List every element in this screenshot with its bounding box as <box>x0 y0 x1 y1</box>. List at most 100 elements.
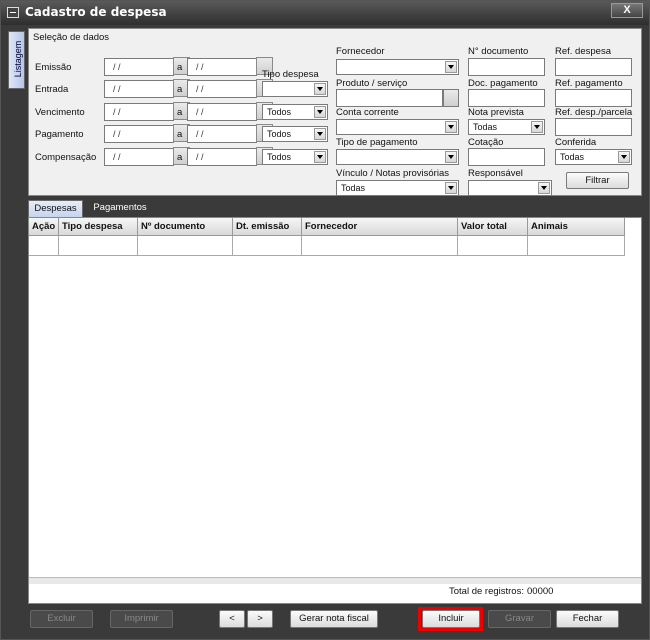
chevron-down-icon <box>314 106 326 118</box>
total-label: Total de registros: <box>449 586 524 597</box>
label-ref-despesa: Ref. despesa <box>555 46 611 57</box>
pagamento-from-field[interactable]: / / <box>104 125 174 143</box>
gerar-nota-fiscal-button[interactable]: Gerar nota fiscal <box>290 610 378 628</box>
chevron-down-icon <box>314 83 326 95</box>
nota-prevista-select[interactable]: Todas <box>468 119 545 135</box>
label-responsavel: Responsável <box>468 168 523 179</box>
vencimento-status-select[interactable]: Todos <box>262 104 328 120</box>
doc-pagamento-field[interactable] <box>468 89 545 107</box>
range-sep: a <box>177 152 183 163</box>
filter-panel: Seleção de dados Emissão / / a / / Entra… <box>28 28 642 196</box>
vencimento-from-field[interactable]: / / <box>104 103 174 121</box>
side-tab-label: Listagem <box>13 40 23 78</box>
gravar-button[interactable]: Gravar <box>488 610 551 628</box>
n-documento-field[interactable] <box>468 58 545 76</box>
emissao-from-field[interactable]: / / <box>104 58 174 76</box>
range-sep: a <box>177 62 183 73</box>
tab-despesas[interactable]: Despesas <box>28 200 83 217</box>
label-conta-corrente: Conta corrente <box>336 107 399 118</box>
main-window: Cadastro de despesa X Listagem Seleção d… <box>0 0 650 640</box>
table-cell[interactable] <box>29 236 59 256</box>
fornecedor-select[interactable] <box>336 59 459 75</box>
compensacao-to-field[interactable]: / / <box>187 148 257 166</box>
tipo-despesa-select[interactable] <box>262 81 328 97</box>
label-tipo-despesa: Tipo despesa <box>262 69 319 80</box>
conferida-select[interactable]: Todas <box>555 149 632 165</box>
chevron-down-icon <box>445 121 457 133</box>
label-ref-desp-parcela: Ref. desp./parcela <box>555 107 633 118</box>
entrada-from-field[interactable]: / / <box>104 80 174 98</box>
label-vencimento: Vencimento <box>35 107 85 118</box>
emissao-to-field[interactable]: / / <box>187 58 257 76</box>
col-valor-total[interactable]: Valor total <box>458 218 528 236</box>
vencimento-to-field[interactable]: / / <box>187 103 257 121</box>
table-cell[interactable] <box>528 236 625 256</box>
label-emissao: Emissão <box>35 62 72 73</box>
label-n-documento: N° documento <box>468 46 529 57</box>
section-title: Seleção de dados <box>33 32 110 43</box>
label-ref-pagamento: Ref. pagamento <box>555 78 623 89</box>
chevron-down-icon <box>314 128 326 140</box>
cotacao-field[interactable] <box>468 148 545 166</box>
produto-servico-field[interactable] <box>336 89 443 107</box>
filtrar-button[interactable]: Filtrar <box>566 172 629 189</box>
previous-button[interactable]: < <box>219 610 245 628</box>
vinculo-select[interactable]: Todas <box>336 180 459 196</box>
chevron-down-icon <box>538 182 550 194</box>
excluir-button[interactable]: Excluir <box>30 610 93 628</box>
pagamento-status-select[interactable]: Todos <box>262 126 328 142</box>
side-tab-listagem[interactable]: Listagem <box>8 31 25 89</box>
produto-servico-lookup-button[interactable] <box>443 89 459 107</box>
table-cell[interactable] <box>458 236 528 256</box>
label-produto-servico: Produto / serviço <box>336 78 408 89</box>
chevron-down-icon <box>445 182 457 194</box>
chevron-down-icon <box>314 151 326 163</box>
col-acao[interactable]: Ação <box>29 218 59 236</box>
range-sep: a <box>177 107 183 118</box>
next-button[interactable]: > <box>247 610 273 628</box>
tab-pagamentos[interactable]: Pagamentos <box>87 200 153 217</box>
label-doc-pagamento: Doc. pagamento <box>468 78 538 89</box>
label-cotacao: Cotação <box>468 137 504 148</box>
entrada-to-field[interactable]: / / <box>187 80 257 98</box>
table-cell[interactable] <box>302 236 458 256</box>
ref-pagamento-field[interactable] <box>555 89 632 107</box>
chevron-down-icon <box>531 121 543 133</box>
results-table: Ação Tipo despesa Nº documento Dt. emiss… <box>29 218 625 256</box>
table-cell[interactable] <box>233 236 302 256</box>
fechar-button[interactable]: Fechar <box>556 610 619 628</box>
label-entrada: Entrada <box>35 84 69 95</box>
range-sep: a <box>177 84 183 95</box>
total-value: 00000 <box>527 586 554 597</box>
footer-bar: Excluir Imprimir < > Gerar nota fiscal I… <box>8 606 642 632</box>
label-compensacao: Compensação <box>35 152 97 163</box>
label-nota-prevista: Nota prevista <box>468 107 524 118</box>
col-n-documento[interactable]: Nº documento <box>138 218 233 236</box>
range-sep: a <box>177 129 183 140</box>
compensacao-status-select[interactable]: Todos <box>262 149 328 165</box>
label-pagamento: Pagamento <box>35 129 84 140</box>
label-vinculo: Vínculo / Notas provisórias <box>336 168 449 179</box>
ref-despesa-field[interactable] <box>555 58 632 76</box>
conta-corrente-select[interactable] <box>336 119 459 135</box>
compensacao-from-field[interactable]: / / <box>104 148 174 166</box>
chevron-down-icon <box>618 151 630 163</box>
chevron-down-icon <box>445 151 457 163</box>
window-menu-icon[interactable] <box>7 7 19 18</box>
tipo-pagamento-select[interactable] <box>336 149 459 165</box>
tab-bar: Despesas Pagamentos <box>28 200 642 218</box>
imprimir-button[interactable]: Imprimir <box>110 610 173 628</box>
table-cell[interactable] <box>138 236 233 256</box>
close-button[interactable]: X <box>611 3 643 18</box>
ref-desp-parcela-field[interactable] <box>555 118 632 136</box>
responsavel-select[interactable] <box>468 180 552 196</box>
results-panel: Ação Tipo despesa Nº documento Dt. emiss… <box>28 217 642 604</box>
col-tipo-despesa[interactable]: Tipo despesa <box>59 218 138 236</box>
horizontal-scrollbar[interactable] <box>29 577 641 584</box>
col-fornecedor[interactable]: Fornecedor <box>302 218 458 236</box>
col-dt-emissao[interactable]: Dt. emissão <box>233 218 302 236</box>
label-tipo-pagamento: Tipo de pagamento <box>336 137 418 148</box>
pagamento-to-field[interactable]: / / <box>187 125 257 143</box>
col-animais[interactable]: Animais <box>528 218 625 236</box>
table-cell[interactable] <box>59 236 138 256</box>
